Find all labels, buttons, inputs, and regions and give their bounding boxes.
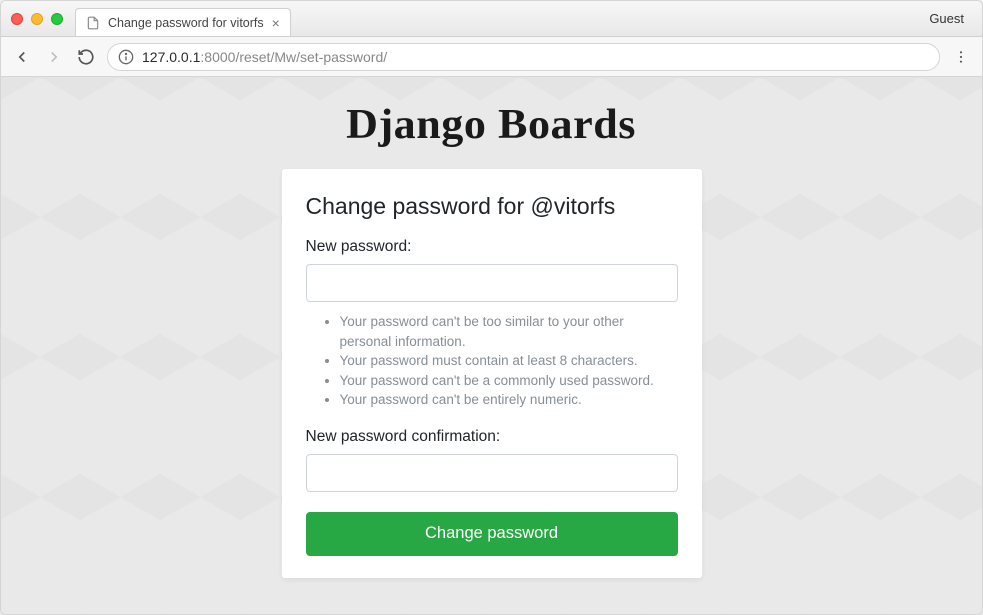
tab-close-icon[interactable]: ×	[272, 15, 280, 31]
new-password-label: New password:	[306, 238, 678, 256]
menu-button[interactable]	[950, 46, 972, 68]
file-icon	[86, 16, 100, 30]
back-button[interactable]	[11, 46, 33, 68]
change-password-button[interactable]: Change password	[306, 512, 678, 556]
password-help-list: Your password can't be too similar to yo…	[306, 312, 678, 410]
form-card: Change password for @vitorfs New passwor…	[282, 169, 702, 578]
browser-tab[interactable]: Change password for vitorfs ×	[75, 8, 291, 36]
url-path: /reset/Mw/set-password/	[235, 49, 387, 65]
reload-button[interactable]	[75, 46, 97, 68]
new-password-input[interactable]	[306, 264, 678, 302]
profile-label[interactable]: Guest	[929, 11, 964, 26]
new-password-confirm-input[interactable]	[306, 454, 678, 492]
tabs-area: Change password for vitorfs ×	[75, 1, 929, 36]
new-password-confirm-label: New password confirmation:	[306, 428, 678, 446]
window-close-button[interactable]	[11, 13, 23, 25]
tab-title: Change password for vitorfs	[108, 16, 264, 30]
site-info-icon[interactable]	[118, 49, 134, 65]
url-port: :8000	[200, 49, 235, 65]
window-minimize-button[interactable]	[31, 13, 43, 25]
site-title: Django Boards	[347, 101, 637, 149]
forward-button[interactable]	[43, 46, 65, 68]
url-host: 127.0.0.1	[142, 49, 200, 65]
browser-window: Change password for vitorfs × Guest 127.…	[0, 0, 983, 615]
window-maximize-button[interactable]	[51, 13, 63, 25]
url-text: 127.0.0.1:8000/reset/Mw/set-password/	[142, 49, 387, 65]
address-bar[interactable]: 127.0.0.1:8000/reset/Mw/set-password/	[107, 43, 940, 71]
help-text-item: Your password can't be entirely numeric.	[340, 390, 678, 410]
help-text-item: Your password must contain at least 8 ch…	[340, 351, 678, 371]
traffic-lights	[11, 13, 63, 25]
page-content: Django Boards Change password for @vitor…	[1, 77, 982, 614]
toolbar: 127.0.0.1:8000/reset/Mw/set-password/	[1, 37, 982, 77]
help-text-item: Your password can't be too similar to yo…	[340, 312, 678, 351]
help-text-item: Your password can't be a commonly used p…	[340, 371, 678, 391]
titlebar: Change password for vitorfs × Guest	[1, 1, 982, 37]
card-title: Change password for @vitorfs	[306, 193, 678, 220]
